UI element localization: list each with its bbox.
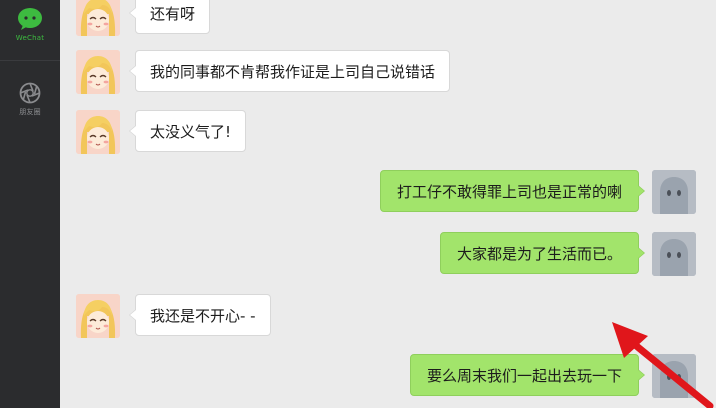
message-bubble: 还有呀 [128,0,211,34]
message-bubble: 打工仔不敢得罪上司也是正常的喇 [379,170,646,212]
message-bubble: 我的同事都不肯帮我作证是上司自己说错话 [128,50,451,92]
ghost-avatar[interactable] [652,170,696,214]
ghost-avatar[interactable] [652,354,696,398]
aperture-icon [19,82,41,104]
cartoon-girl-avatar[interactable] [76,50,120,94]
sidebar-item-label: WeChat [15,34,45,42]
ghost-avatar[interactable] [652,232,696,276]
message-bubble: 我还是不开心- - [129,294,271,336]
sidebar-item-wechat[interactable]: WeChat [0,2,60,58]
sidebar: WeChat 朋友圈 [0,0,60,408]
message-bubble: 太没义气了! [128,110,247,152]
cartoon-girl-avatar[interactable] [76,294,120,338]
cartoon-girl-avatar[interactable] [76,0,120,36]
message-bubble: 要么周末我们一起出去玩一下 [409,354,646,396]
cartoon-girl-avatar[interactable] [76,110,120,154]
chat-icon [18,8,42,30]
message-bubble: 大家都是为了生活而已。 [439,232,646,274]
sidebar-divider [0,60,60,61]
sidebar-item-label: 朋友圈 [19,108,41,116]
sidebar-item-moments[interactable]: 朋友圈 [0,82,60,128]
